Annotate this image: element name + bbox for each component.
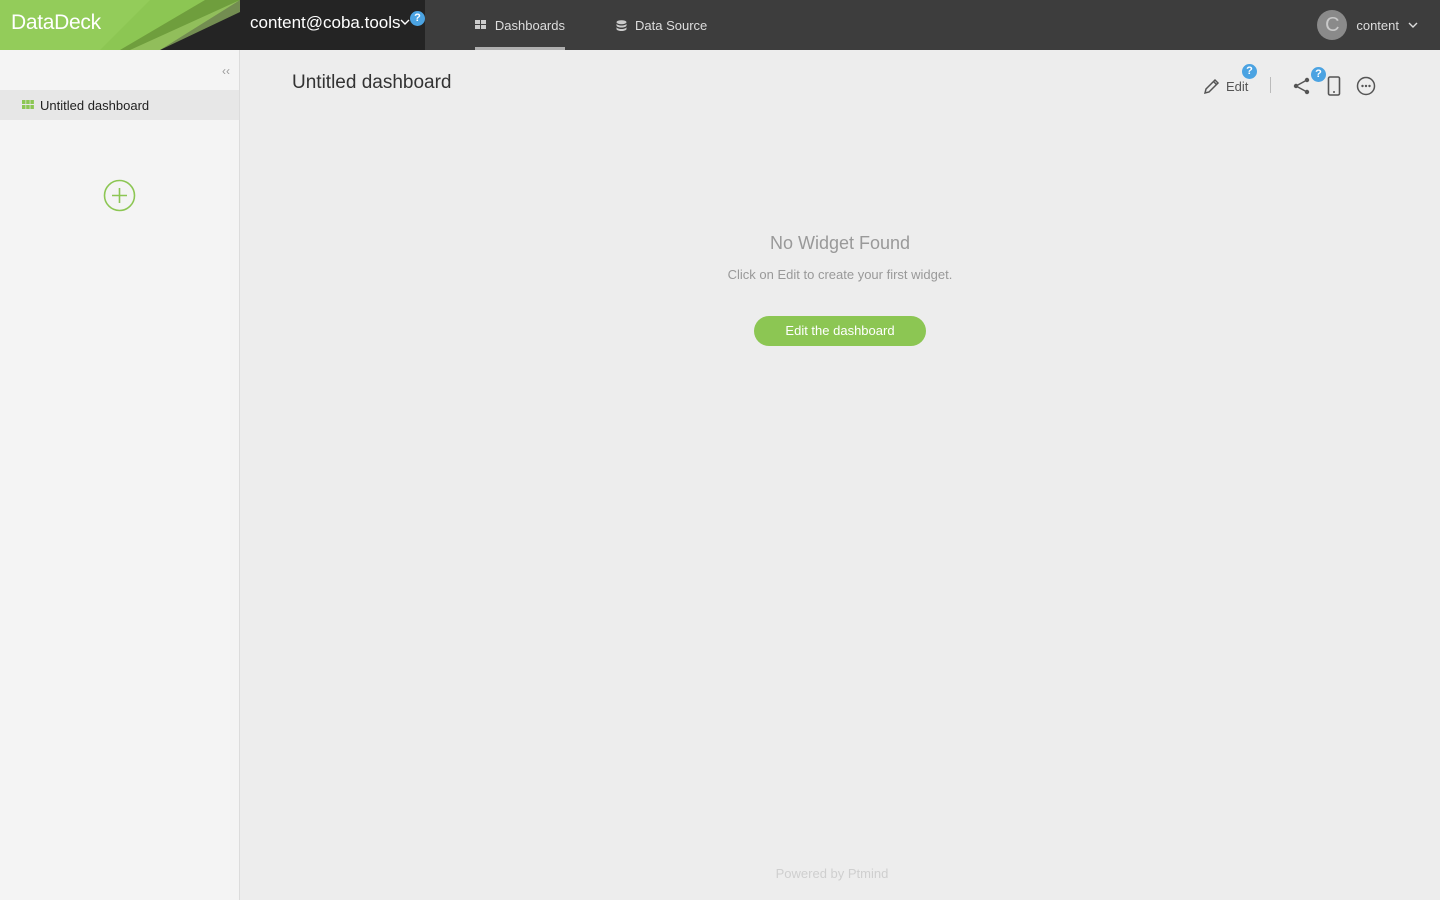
share-icon[interactable]: [1291, 75, 1313, 97]
mobile-icon[interactable]: [1323, 75, 1345, 97]
dashboard-icon: [475, 20, 486, 29]
page-title: Untitled dashboard: [292, 72, 452, 93]
database-icon: [616, 19, 627, 31]
sidebar-item-label: Untitled dashboard: [40, 97, 150, 113]
account-switcher[interactable]: content@coba.tools: [240, 0, 425, 50]
plus-circle-icon[interactable]: [103, 179, 136, 212]
empty-state-subtitle: Click on Edit to create your first widge…: [727, 267, 953, 282]
top-bar: DataDeck content@coba.tools ? Dashboards…: [0, 0, 1440, 50]
edit-label: Edit: [1226, 78, 1249, 94]
user-menu[interactable]: C content: [1317, 10, 1418, 40]
tab-data-source[interactable]: Data Source: [616, 0, 707, 50]
chevron-down-icon[interactable]: [400, 17, 410, 27]
edit-dashboard-button[interactable]: Edit the dashboard: [754, 316, 926, 346]
help-icon[interactable]: ?: [1242, 64, 1257, 79]
tab-data-source-label: Data Source: [635, 17, 708, 33]
more-icon[interactable]: [1355, 75, 1377, 97]
footer-credit: Powered by Ptmind: [775, 866, 889, 881]
user-name: content: [1356, 17, 1399, 33]
sidebar: ‹‹ Untitled dashboard: [0, 50, 240, 900]
help-icon[interactable]: ?: [410, 11, 425, 26]
avatar: C: [1317, 10, 1348, 40]
chevron-down-icon: [1408, 22, 1418, 28]
edit-button[interactable]: Edit: [1203, 75, 1248, 97]
sidebar-item-untitled-dashboard[interactable]: Untitled dashboard: [0, 90, 239, 120]
empty-state-title: No Widget Found: [769, 233, 911, 253]
account-email: content@coba.tools: [250, 13, 401, 32]
pencil-icon: [1203, 78, 1220, 95]
toolbar-divider: [1270, 77, 1271, 93]
collapse-sidebar-button[interactable]: ‹‹: [222, 64, 230, 78]
logo-text: DataDeck: [11, 11, 101, 34]
logo[interactable]: DataDeck: [0, 0, 240, 50]
tab-dashboards-label: Dashboards: [494, 17, 565, 33]
tab-dashboards[interactable]: Dashboards: [475, 0, 565, 50]
dashboard-grid-icon: [22, 100, 34, 109]
